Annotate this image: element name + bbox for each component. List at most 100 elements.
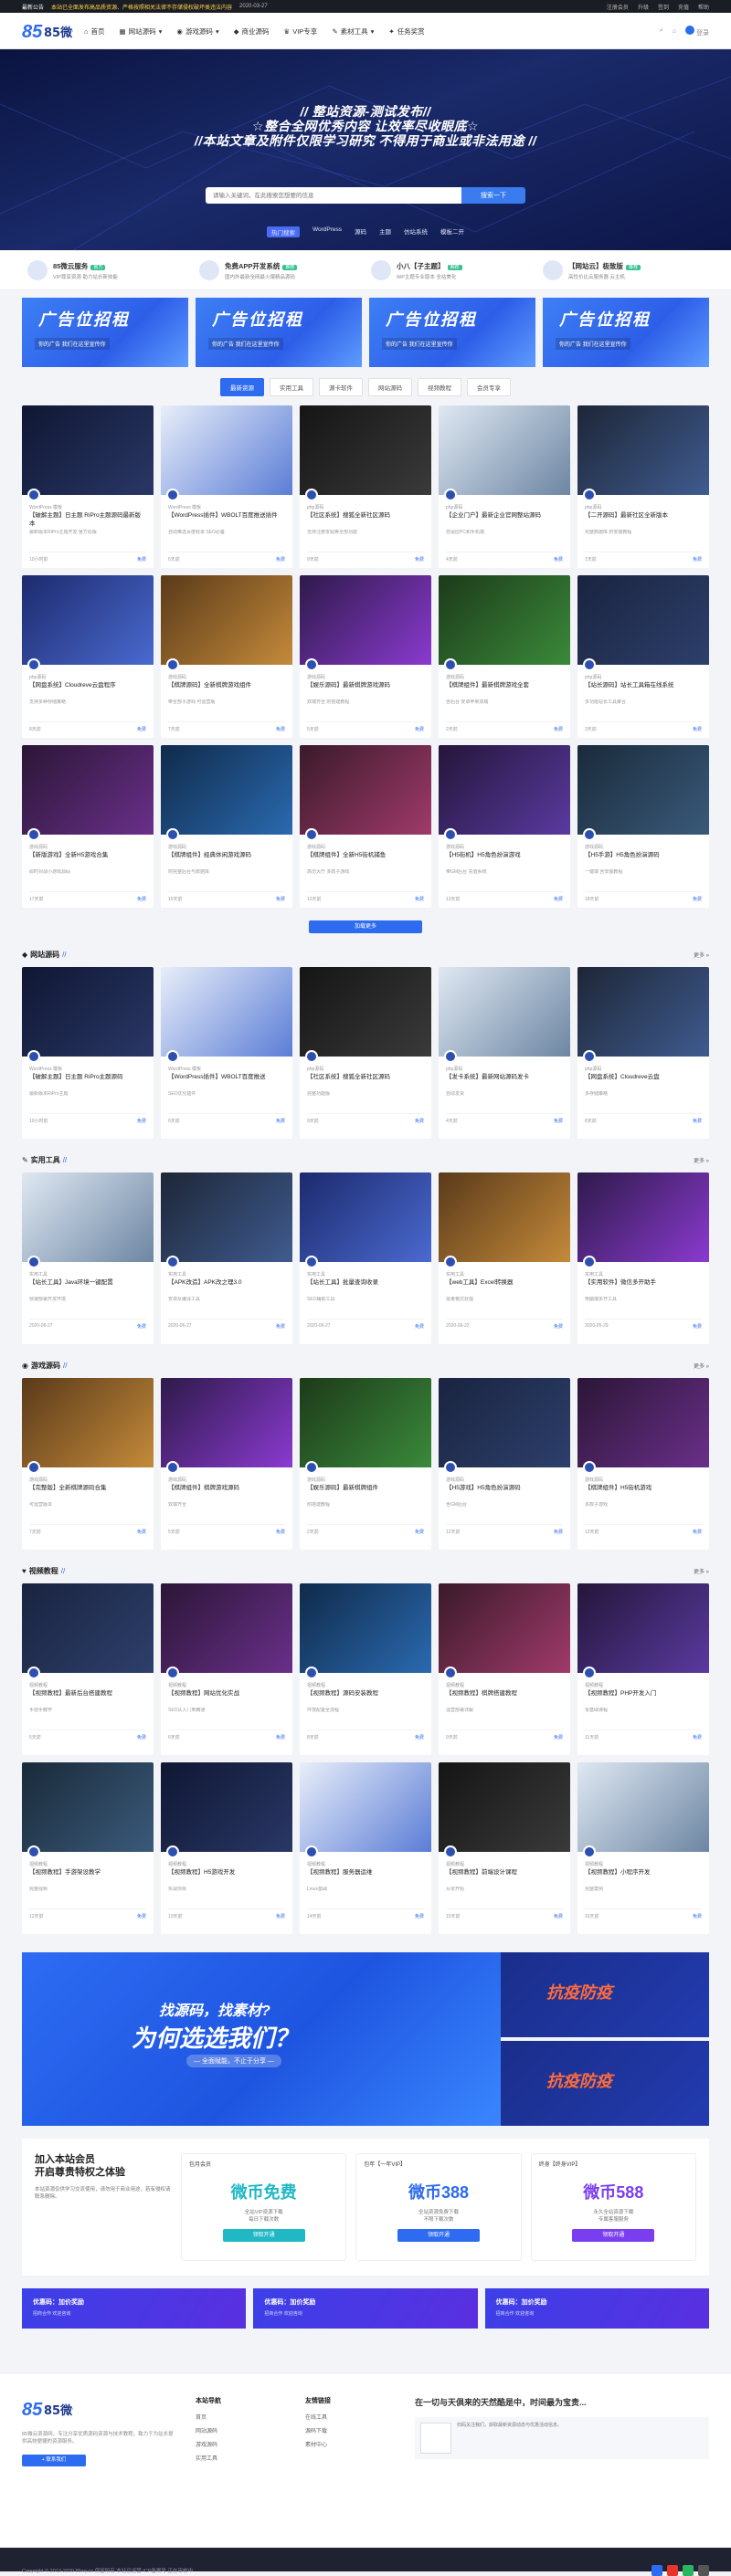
card-category[interactable]: WordPress 模板	[168, 504, 201, 510]
author-avatar[interactable]	[166, 658, 179, 671]
author-avatar[interactable]	[444, 1256, 457, 1268]
resource-card[interactable]: 视频教程 【视频教程】源码安装教程 环境配置全流程 8天前 免费	[300, 1583, 431, 1755]
author-avatar[interactable]	[305, 828, 318, 841]
card-category[interactable]: php源码	[307, 1066, 323, 1072]
card-title[interactable]: 【棋牌组件】H5街机游戏	[585, 1484, 702, 1500]
card-title[interactable]: 【H5街机】H5角色扮演游戏	[446, 851, 563, 867]
anti-epidemic-banner[interactable]: 抗疫防疫	[501, 1952, 709, 2037]
card-title[interactable]: 【完整版】全新棋牌源码合集	[29, 1484, 146, 1500]
card-thumbnail[interactable]	[22, 967, 154, 1057]
card-category[interactable]: 视频教程	[29, 1861, 48, 1867]
card-thumbnail[interactable]	[439, 1378, 570, 1467]
card-category[interactable]: 视频教程	[307, 1682, 325, 1688]
tab-item[interactable]: 实用工具	[270, 378, 313, 396]
card-thumbnail[interactable]	[161, 1583, 292, 1673]
top-link[interactable]: 升级	[638, 3, 649, 11]
tab-item[interactable]: 会员专享	[467, 378, 511, 396]
nav-tools[interactable]: ✎ 素材工具 ▾	[332, 26, 374, 37]
resource-card[interactable]: 游戏源码 【棋牌组件】棋牌游戏源码 双端齐全 5天前 免费	[161, 1378, 292, 1550]
ad-slot[interactable]: 广告位招租 你的广告 我们在这里宣传你	[22, 298, 188, 367]
resource-card[interactable]: WordPress 模板 【WordPress插件】WBOLT百度推送 SEO优化插…	[161, 967, 292, 1139]
card-thumbnail[interactable]	[577, 1762, 709, 1852]
site-logo[interactable]: 8585微云	[22, 18, 84, 44]
author-avatar[interactable]	[27, 828, 40, 841]
card-thumbnail[interactable]	[300, 1762, 431, 1852]
footer-link[interactable]: 在线工具	[305, 2413, 397, 2421]
author-avatar[interactable]	[305, 1461, 318, 1474]
promo-item[interactable]: 【网站云】极致版 推荐 高性价比云服务器 云主机	[537, 260, 709, 280]
author-avatar[interactable]	[27, 489, 40, 501]
card-category[interactable]: 实用工具	[29, 1271, 48, 1277]
card-thumbnail[interactable]	[577, 575, 709, 665]
card-thumbnail[interactable]	[300, 967, 431, 1057]
resource-card[interactable]: 视频教程 【视频教程】网站优化实战 SEO从入门到精通 6天前 免费	[161, 1583, 292, 1755]
card-thumbnail[interactable]	[577, 1378, 709, 1467]
card-title[interactable]: 【新版游戏】全新H5游戏合集	[29, 851, 146, 867]
card-title[interactable]: 【WordPress插件】WBOLT百度推送插件	[168, 511, 285, 528]
author-avatar[interactable]	[305, 489, 318, 501]
nav-vip[interactable]: ♛ VIP专享	[283, 26, 317, 37]
card-title[interactable]: 【视频教程】棋牌搭建教程	[446, 1689, 563, 1706]
contact-button[interactable]: + 联系我们	[22, 2455, 86, 2466]
card-thumbnail[interactable]	[22, 745, 154, 835]
card-title[interactable]: 【视频教程】最新后台搭建教程	[29, 1689, 146, 1706]
card-category[interactable]: 视频教程	[446, 1861, 464, 1867]
why-choose-us-banner[interactable]: 找源码，找素材? 为何选选我们？ — 全面赋能，不止于分享 —	[22, 1952, 501, 2126]
author-avatar[interactable]	[166, 1256, 179, 1268]
card-thumbnail[interactable]	[22, 1583, 154, 1673]
card-thumbnail[interactable]	[439, 967, 570, 1057]
card-thumbnail[interactable]	[22, 575, 154, 665]
footer-link[interactable]: 首页	[196, 2413, 287, 2421]
card-thumbnail[interactable]	[161, 1378, 292, 1467]
author-avatar[interactable]	[583, 658, 596, 671]
footer-link[interactable]: 网站源码	[196, 2426, 287, 2434]
card-category[interactable]: 视频教程	[446, 1682, 464, 1688]
notice-text[interactable]: 本站已全面发布高品质资源、严格按照相关法律不存储侵权破坏类违法内容	[51, 3, 232, 11]
nav-tasks[interactable]: ✦ 任务奖赏	[388, 26, 424, 37]
card-category[interactable]: WordPress 模板	[29, 504, 62, 510]
card-title[interactable]: 【破解主题】日主题 RiPro主题源码最新版本	[29, 511, 146, 528]
card-thumbnail[interactable]	[577, 405, 709, 495]
footer-link[interactable]: 实用工具	[196, 2454, 287, 2462]
hot-keyword[interactable]: 模板二开	[440, 226, 464, 237]
card-thumbnail[interactable]	[300, 745, 431, 835]
card-thumbnail[interactable]	[439, 575, 570, 665]
author-avatar[interactable]	[444, 1845, 457, 1858]
search-icon[interactable]: ⌕	[660, 27, 663, 35]
card-title[interactable]: 【社区系统】搜狐全新社区源码	[307, 1073, 424, 1089]
resource-card[interactable]: 实用工具 【站长工具】批量查询收录 SEO辅助工具 2020-06-27 免费	[300, 1172, 431, 1344]
card-thumbnail[interactable]	[577, 1172, 709, 1262]
card-thumbnail[interactable]	[577, 1583, 709, 1673]
nav-home[interactable]: ⌂ 首页	[84, 26, 105, 37]
author-avatar[interactable]	[166, 489, 179, 501]
resource-card[interactable]: 视频教程 【视频教程】服务器运维 Linux基础 14天前 免费	[300, 1762, 431, 1934]
load-more-button[interactable]: 加载更多	[309, 920, 422, 933]
plan-buy-button[interactable]: 领取开通	[572, 2229, 655, 2242]
bottom-ad-slot[interactable]: 优惠码：加价奖励 招商合作 欢迎咨询	[484, 2288, 709, 2329]
hot-keyword[interactable]: 源码	[355, 226, 366, 237]
card-thumbnail[interactable]	[300, 1583, 431, 1673]
author-avatar[interactable]	[305, 1667, 318, 1679]
resource-card[interactable]: 视频教程 【视频教程】最新后台搭建教程 手把手教学 5天前 免费	[22, 1583, 154, 1755]
author-avatar[interactable]	[444, 828, 457, 841]
card-title[interactable]: 【网盘系统】Cloudreve云盘程序	[29, 681, 146, 698]
card-title[interactable]: 【实用软件】微信多开助手	[585, 1278, 702, 1295]
resource-card[interactable]: 实用工具 【APK改造】APK改之理3.0 安卓反编译工具 2020-06-27 免费	[161, 1172, 292, 1344]
resource-card[interactable]: 视频教程 【视频教程】H5游戏开发 实战项目 13天前 免费	[161, 1762, 292, 1934]
tab-item[interactable]: 网站源码	[368, 378, 412, 396]
card-thumbnail[interactable]	[300, 1378, 431, 1467]
resource-card[interactable]: WordPress 模板 【破解主题】日主题 RiPro主题源码最新版本 最新版本R…	[22, 405, 154, 568]
author-avatar[interactable]	[27, 1461, 40, 1474]
card-category[interactable]: 游戏源码	[446, 674, 464, 680]
card-title[interactable]: 【视频教程】源码安装教程	[307, 1689, 424, 1706]
resource-card[interactable]: 游戏源码 【娱乐源码】最新棋牌组件 附搭建教程 2天前 免费	[300, 1378, 431, 1550]
resource-card[interactable]: 游戏源码 【棋牌组件】经典休闲游戏源码 附完整后台与数据库 15天前 免费	[161, 745, 292, 908]
author-avatar[interactable]	[166, 828, 179, 841]
resource-card[interactable]: php源码 【发卡系统】最新网站源码发卡 自动发货 4天前 免费	[439, 967, 570, 1139]
card-thumbnail[interactable]	[439, 1762, 570, 1852]
author-avatar[interactable]	[166, 1461, 179, 1474]
card-title[interactable]: 【棋牌组件】最新棋牌游戏全套	[446, 681, 563, 698]
ad-slot[interactable]: 广告位招租 你的广告 我们在这里宣传你	[196, 298, 362, 367]
bottom-ad-slot[interactable]: 优惠码：加价奖励 招商合作 欢迎咨询	[22, 2288, 247, 2329]
hot-keyword[interactable]: 仿站系统	[404, 226, 428, 237]
